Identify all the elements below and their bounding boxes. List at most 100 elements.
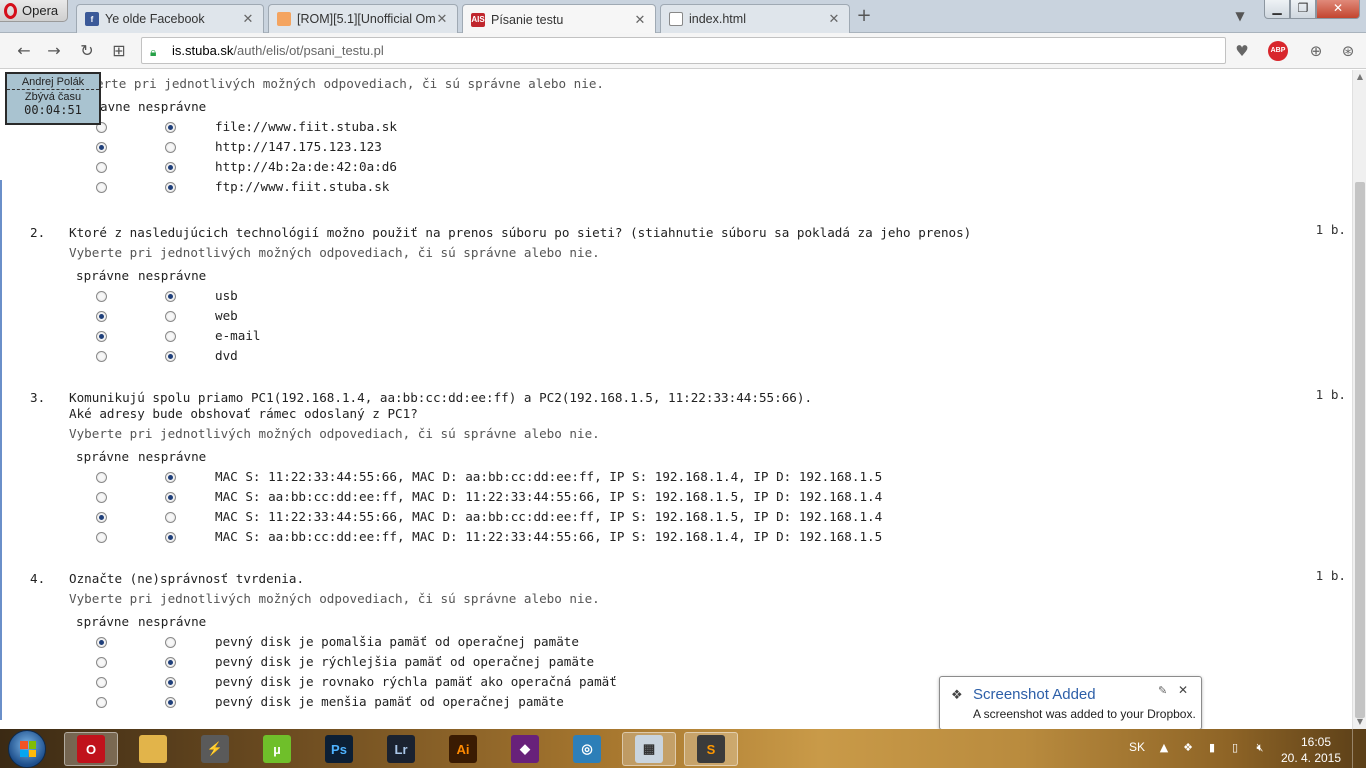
scroll-down-icon[interactable]: ▼ xyxy=(1353,715,1366,729)
q4-answer-3-correct-radio[interactable] xyxy=(96,677,107,688)
dropbox-notification[interactable]: ❖ Screenshot Added A screenshot was adde… xyxy=(939,676,1202,730)
q3-answer-4-incorrect-radio[interactable] xyxy=(165,532,176,543)
explorer-app[interactable] xyxy=(126,732,180,766)
scroll-thumb[interactable] xyxy=(1355,182,1365,718)
download-icon[interactable]: ⊕ xyxy=(1305,40,1327,62)
url-host: is.stuba.sk xyxy=(172,43,234,58)
q2-answer-4-incorrect-radio[interactable] xyxy=(165,351,176,362)
q4-answer-4-correct-radio[interactable] xyxy=(96,697,107,708)
heart-icon[interactable]: ♥ xyxy=(1231,40,1253,62)
tab-title: Písanie testu xyxy=(491,12,564,27)
opera-app[interactable]: O xyxy=(64,732,118,766)
q4-answer-2-correct-radio[interactable] xyxy=(96,657,107,668)
q2-column-incorrect: nesprávne xyxy=(138,268,207,283)
new-tab-icon[interactable]: + xyxy=(855,6,873,26)
opera-menu-button[interactable]: Opera xyxy=(0,0,68,22)
q3-answer-4-correct-radio[interactable] xyxy=(96,532,107,543)
tray-expand-icon[interactable]: ▲ xyxy=(1157,741,1171,755)
q1-answer-1-incorrect-radio[interactable] xyxy=(165,122,176,133)
q2-answer-3-text: e-mail xyxy=(215,328,261,343)
close-tab-icon[interactable]: ✕ xyxy=(435,11,449,27)
page-scrollbar[interactable]: ▲ ▼ xyxy=(1352,70,1366,729)
battery-icon[interactable]: ▯ xyxy=(1228,741,1242,755)
q1-answer-4-correct-radio[interactable] xyxy=(96,182,107,193)
q2-answer-2-incorrect-radio[interactable] xyxy=(165,311,176,322)
q2-answer-1-correct-radio[interactable] xyxy=(96,291,107,302)
menu-icon[interactable]: ⊛ xyxy=(1337,40,1359,62)
clock-date[interactable]: 20. 4. 2015 xyxy=(1280,751,1342,765)
forward-icon[interactable]: → xyxy=(43,40,65,62)
q4-answer-1-correct-radio[interactable] xyxy=(96,637,107,648)
q1-column-incorrect: nesprávne xyxy=(138,99,207,114)
q3-answer-3-incorrect-radio[interactable] xyxy=(165,512,176,523)
lightroom-icon: Lr xyxy=(387,735,415,763)
tab-pisanie-testu[interactable]: AIS Písanie testu ✕ xyxy=(462,4,656,34)
q4-answer-4-incorrect-radio[interactable] xyxy=(165,697,176,708)
browser-app[interactable]: ◎ xyxy=(560,732,614,766)
notification-close-icon[interactable]: ✕ xyxy=(1178,683,1188,697)
q3-answer-2-incorrect-radio[interactable] xyxy=(165,492,176,503)
q3-answer-3-correct-radio[interactable] xyxy=(96,512,107,523)
q3-answer-1-correct-radio[interactable] xyxy=(96,472,107,483)
maximize-icon[interactable]: ❐ xyxy=(1290,0,1316,19)
q4-number: 4. xyxy=(30,571,46,586)
q4-answer-2-text: pevný disk je rýchlejšia pamäť od operač… xyxy=(215,654,595,669)
photoshop-app[interactable]: Ps xyxy=(312,732,366,766)
tab-index-html[interactable]: index.html ✕ xyxy=(660,4,850,33)
show-desktop-button[interactable] xyxy=(1352,729,1366,768)
tab-rom[interactable]: [ROM][5.1][Unofficial Omni ✕ xyxy=(268,4,458,33)
pin-icon[interactable]: ✎ xyxy=(1158,684,1167,697)
tab-facebook[interactable]: f Ye olde Facebook ✕ xyxy=(76,4,264,33)
q1-answer-3-correct-radio[interactable] xyxy=(96,162,107,173)
network-icon[interactable]: ▮ xyxy=(1205,741,1219,755)
facebook-icon: f xyxy=(85,12,99,26)
window-close-icon[interactable]: ✕ xyxy=(1316,0,1360,19)
close-tab-icon[interactable]: ✕ xyxy=(827,11,841,27)
opera-menu-label: Opera xyxy=(22,3,59,18)
start-button[interactable] xyxy=(8,730,46,768)
q2-answer-3-incorrect-radio[interactable] xyxy=(165,331,176,342)
visual-studio-app[interactable]: ◆ xyxy=(498,732,552,766)
q2-column-correct: správne xyxy=(76,268,130,283)
scroll-up-icon[interactable]: ▲ xyxy=(1353,70,1366,84)
q1-answer-4-incorrect-radio[interactable] xyxy=(165,182,176,193)
language-indicator[interactable]: SK xyxy=(1129,740,1145,754)
tab-menu-icon[interactable]: ▼ xyxy=(1230,9,1250,23)
q1-answer-3-incorrect-radio[interactable] xyxy=(165,162,176,173)
q1-answer-2-correct-radio[interactable] xyxy=(96,142,107,153)
q2-answer-1-text: usb xyxy=(215,288,238,303)
q4-answer-1-incorrect-radio[interactable] xyxy=(165,637,176,648)
clock-time[interactable]: 16:05 xyxy=(1293,735,1339,749)
close-tab-icon[interactable]: ✕ xyxy=(633,12,647,28)
q3-answer-2-correct-radio[interactable] xyxy=(96,492,107,503)
q2-answer-1-incorrect-radio[interactable] xyxy=(165,291,176,302)
q3-answer-1-incorrect-radio[interactable] xyxy=(165,472,176,483)
adblock-plus-icon[interactable]: ABP xyxy=(1268,41,1288,61)
winamp-app[interactable]: ⚡ xyxy=(188,732,242,766)
q4-answer-4-text: pevný disk je menšia pamäť od operačnej … xyxy=(215,694,564,709)
sublime-icon: S xyxy=(697,735,725,763)
q2-answer-3-correct-radio[interactable] xyxy=(96,331,107,342)
q2-text: Ktoré z nasledujúcich technológií možno … xyxy=(69,225,972,240)
q4-instruction: Vyberte pri jednotlivých možných odpoved… xyxy=(69,591,600,606)
illustrator-app[interactable]: Ai xyxy=(436,732,490,766)
back-icon[interactable]: ← xyxy=(13,40,35,62)
calculator-app[interactable]: ▦ xyxy=(622,732,676,766)
minimize-icon[interactable]: ▁ xyxy=(1264,0,1290,19)
q2-answer-2-correct-radio[interactable] xyxy=(96,311,107,322)
reload-icon[interactable]: ↻ xyxy=(76,40,98,62)
speed-dial-icon[interactable]: ⊞ xyxy=(108,40,130,62)
q4-answer-2-incorrect-radio[interactable] xyxy=(165,657,176,668)
q2-answer-4-correct-radio[interactable] xyxy=(96,351,107,362)
sublime-app[interactable]: S xyxy=(684,732,738,766)
lightroom-app[interactable]: Lr xyxy=(374,732,428,766)
volume-muted-icon[interactable]: 🔇︎ xyxy=(1253,741,1267,755)
q1-answer-2-incorrect-radio[interactable] xyxy=(165,142,176,153)
q4-answer-3-incorrect-radio[interactable] xyxy=(165,677,176,688)
q4-answer-3-text: pevný disk je rovnako rýchla pamäť ako o… xyxy=(215,674,617,689)
url-field[interactable]: 🔒︎ is.stuba.sk/auth/elis/ot/psani_testu.… xyxy=(141,37,1226,64)
close-tab-icon[interactable]: ✕ xyxy=(241,11,255,27)
utorrent-app[interactable]: µ xyxy=(250,732,304,766)
dropbox-tray-icon[interactable]: ❖ xyxy=(1181,741,1195,755)
address-bar: ← → ↻ ⊞ 🔒︎ is.stuba.sk/auth/elis/ot/psan… xyxy=(0,33,1366,69)
